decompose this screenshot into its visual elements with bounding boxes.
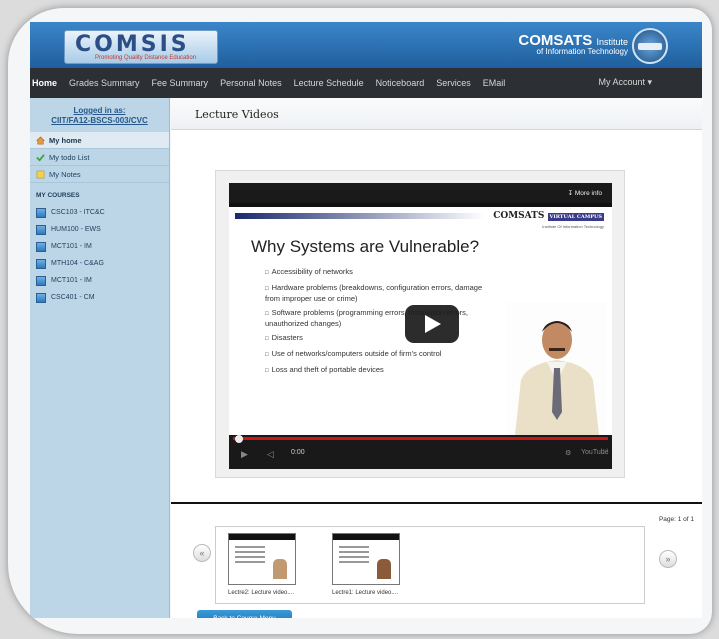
nav-home[interactable]: Home bbox=[32, 78, 57, 88]
window-frame: COMSIS Promoting Quality Distance Educat… bbox=[8, 8, 712, 634]
slide-bullet: Hardware problems (breakdowns, configura… bbox=[265, 283, 495, 303]
slide-bullet: Use of networks/computers outside of fir… bbox=[265, 349, 495, 360]
play-icon[interactable]: ▶ bbox=[241, 449, 248, 460]
course-label: CSC103 - ITC&C bbox=[51, 209, 105, 216]
sidebar-item-my-notes[interactable]: My Notes bbox=[30, 166, 169, 183]
course-item[interactable]: CSC401 - CM bbox=[30, 289, 169, 306]
slide-bullet: Accessibility of networks bbox=[265, 267, 495, 278]
course-item[interactable]: CSC103 - ITC&C bbox=[30, 204, 169, 221]
video-thumbnail[interactable] bbox=[332, 533, 400, 585]
course-label: MTH104 - C&AG bbox=[51, 260, 104, 267]
course-item[interactable]: HUM100 - EWS bbox=[30, 221, 169, 238]
sidebar-item-label: My home bbox=[49, 135, 82, 145]
slide-bullet: Software problems (programming errors, i… bbox=[265, 308, 495, 328]
course-icon bbox=[36, 275, 46, 286]
course-label: CSC401 - CM bbox=[51, 294, 95, 301]
course-icon bbox=[36, 207, 46, 218]
sidebar-item-label: My todo List bbox=[49, 152, 90, 162]
prev-arrow-button[interactable]: « bbox=[193, 544, 211, 562]
slide-bullets: Accessibility of networks Hardware probl… bbox=[265, 267, 495, 381]
home-icon bbox=[36, 136, 45, 144]
logo-text: COMSIS bbox=[75, 32, 190, 57]
page-title: Lecture Videos bbox=[171, 98, 702, 130]
slide-bullet: Disasters bbox=[265, 333, 495, 344]
nav-lecture-schedule[interactable]: Lecture Schedule bbox=[294, 78, 364, 88]
divider-line bbox=[171, 502, 702, 504]
page: COMSIS Promoting Quality Distance Educat… bbox=[30, 22, 702, 618]
slide-logo-sub: Institute Of Information Technology bbox=[542, 224, 604, 229]
scrub-handle[interactable] bbox=[235, 435, 243, 443]
slide-bullet: Loss and theft of portable devices bbox=[265, 365, 495, 376]
page-info: Page: 1 of 1 bbox=[658, 516, 694, 523]
progress-bar[interactable] bbox=[233, 435, 608, 443]
more-info-link[interactable]: More info bbox=[575, 190, 602, 197]
back-to-course-menu-button[interactable]: Back to Course Menu bbox=[197, 610, 292, 618]
volume-icon[interactable]: ◁ bbox=[267, 449, 274, 460]
nav-email[interactable]: EMail bbox=[483, 78, 506, 88]
user-id-link[interactable]: CIIT/FA12-BSCS-003/CVC bbox=[30, 116, 169, 126]
slide-logo-text: COMSATS bbox=[493, 211, 545, 221]
nav-noticeboard[interactable]: Noticeboard bbox=[376, 78, 425, 88]
institute-name: COMSATS Institute of Information Technol… bbox=[518, 32, 628, 56]
next-arrow-button[interactable]: » bbox=[659, 550, 677, 568]
slide-heading: Why Systems are Vulnerable? bbox=[251, 237, 480, 256]
course-label: MCT101 - IM bbox=[51, 243, 92, 250]
presenter-image bbox=[507, 302, 607, 435]
courses-heading: MY COURSES bbox=[36, 192, 80, 199]
sidebar-item-label: My Notes bbox=[49, 169, 81, 179]
course-item[interactable]: MCT101 - IM bbox=[30, 272, 169, 289]
sidebar-item-todo-list[interactable]: My todo List bbox=[30, 149, 169, 166]
course-item[interactable]: MTH104 - C&AG bbox=[30, 255, 169, 272]
nav-fee-summary[interactable]: Fee Summary bbox=[152, 78, 209, 88]
logged-in-info: Logged in as: CIIT/FA12-BSCS-003/CVC bbox=[30, 98, 169, 126]
header: COMSIS Promoting Quality Distance Educat… bbox=[30, 22, 702, 68]
slide-logo-badge: VIRTUAL CAMPUS bbox=[547, 213, 604, 221]
notes-icon bbox=[36, 170, 45, 178]
thumb-lines bbox=[235, 546, 265, 566]
video-carousel: Lectre2: Lecture video.... Lectre1: Lect… bbox=[215, 526, 645, 604]
thumb-bar bbox=[333, 534, 399, 540]
thumbnail-caption[interactable]: Lectre1: Lecture video.... bbox=[332, 590, 398, 596]
time-display: 0:00 bbox=[291, 449, 305, 456]
video-player-frame: ↧ More info COMSATS VIRTUAL CAMPUS Insti… bbox=[215, 170, 625, 478]
play-button[interactable] bbox=[405, 305, 459, 343]
thumb-bar bbox=[229, 534, 295, 540]
lecture-slide: COMSATS VIRTUAL CAMPUS Institute Of Info… bbox=[229, 207, 612, 435]
course-icon bbox=[36, 258, 46, 269]
settings-icon[interactable]: ⚙ bbox=[565, 449, 571, 457]
course-label: HUM100 - EWS bbox=[51, 226, 101, 233]
logo-tagline: Promoting Quality Distance Education bbox=[95, 55, 197, 61]
sidebar-item-my-home[interactable]: My home bbox=[30, 132, 169, 149]
fullscreen-icon[interactable]: ⛶ bbox=[603, 449, 608, 457]
slide-logo: COMSATS VIRTUAL CAMPUS bbox=[493, 211, 604, 221]
video-thumbnail[interactable] bbox=[228, 533, 296, 585]
nav-services[interactable]: Services bbox=[436, 78, 471, 88]
course-icon bbox=[36, 241, 46, 252]
logged-in-label: Logged in as: bbox=[73, 106, 126, 115]
institute-suffix: Institute bbox=[596, 37, 628, 47]
slide-header-bar bbox=[235, 213, 485, 219]
check-icon bbox=[36, 153, 45, 162]
thumb-person bbox=[273, 559, 287, 579]
course-icon bbox=[36, 292, 46, 303]
course-icon bbox=[36, 224, 46, 235]
video-controls: ▶ ◁ 0:00 ⚙ YouTube ⛶ bbox=[229, 435, 612, 469]
info-icon: ↧ bbox=[567, 190, 575, 197]
youtube-video[interactable]: ↧ More info COMSATS VIRTUAL CAMPUS Insti… bbox=[229, 183, 612, 469]
thumb-lines bbox=[339, 546, 369, 566]
video-top-bar: ↧ More info bbox=[229, 183, 612, 203]
main-content: Lecture Videos ↧ More info COMSATS VIRTU… bbox=[171, 98, 702, 618]
nav-personal-notes[interactable]: Personal Notes bbox=[220, 78, 282, 88]
my-account-menu[interactable]: My Account ▾ bbox=[598, 77, 652, 88]
course-label: MCT101 - IM bbox=[51, 277, 92, 284]
nav-grades-summary[interactable]: Grades Summary bbox=[69, 78, 140, 88]
comsis-logo[interactable]: COMSIS Promoting Quality Distance Educat… bbox=[64, 30, 218, 64]
thumb-person bbox=[377, 559, 391, 579]
sidebar: Logged in as: CIIT/FA12-BSCS-003/CVC My … bbox=[30, 98, 170, 618]
course-item[interactable]: MCT101 - IM bbox=[30, 238, 169, 255]
comsats-seal-icon bbox=[632, 28, 668, 64]
main-nav: Home Grades Summary Fee Summary Personal… bbox=[30, 68, 702, 98]
thumbnail-caption[interactable]: Lectre2: Lecture video.... bbox=[228, 590, 294, 596]
